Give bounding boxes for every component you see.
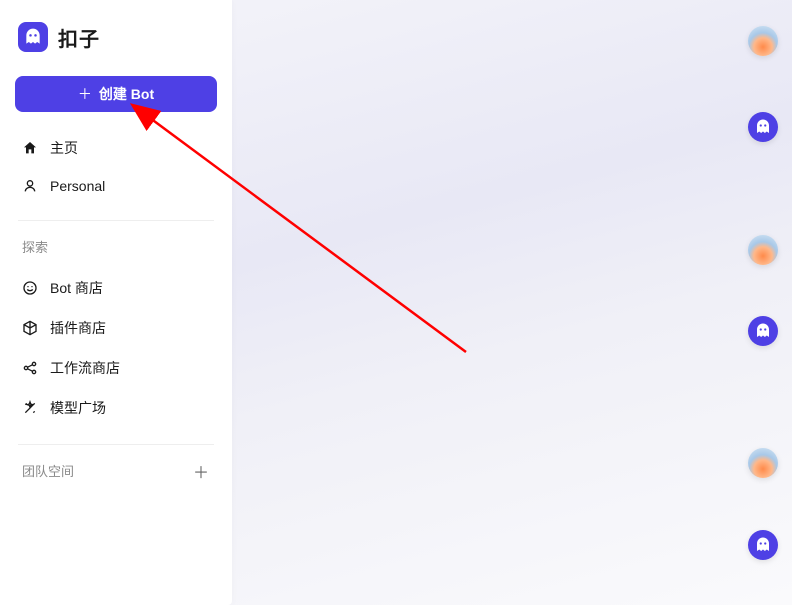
ghost-icon [748,112,778,142]
explore-header-label: 探索 [22,237,48,256]
float-bot-2[interactable] [748,316,778,346]
plus-icon: ＋ [78,84,92,104]
brand-logo-icon [18,22,48,52]
sidebar-item-personal[interactable]: Personal [8,168,224,204]
nav-explore-list: Bot 商店 插件商店 工作流商店 模型广场 [8,264,224,432]
sidebar-item-home[interactable]: 主页 [8,128,224,168]
float-bot-1[interactable] [748,112,778,142]
sidebar-item-model-square[interactable]: 模型广场 [8,388,224,428]
share-icon [22,360,38,376]
explore-section-header: 探索 [8,233,224,264]
sidebar-item-label: 插件商店 [50,318,106,338]
float-avatar-1[interactable] [748,26,778,56]
nav-top-list: 主页 Personal [8,124,224,208]
cube-icon [22,320,38,336]
team-header-label: 团队空间 [22,461,74,480]
sidebar-item-bot-store[interactable]: Bot 商店 [8,268,224,308]
sparkle-icon [22,400,38,416]
add-team-button[interactable]: ＋ [192,462,210,480]
divider [18,220,214,221]
float-bot-3[interactable] [748,530,778,560]
sidebar-item-label: 主页 [50,138,78,158]
sidebar-item-label: Personal [50,178,105,194]
avatar-icon [748,448,778,478]
avatar-icon [748,26,778,56]
float-avatar-2[interactable] [748,235,778,265]
ghost-icon [748,530,778,560]
home-icon [22,140,38,156]
person-icon [22,178,38,194]
sidebar-item-label: Bot 商店 [50,278,103,298]
sidebar-item-label: 模型广场 [50,398,106,418]
create-bot-button[interactable]: ＋ 创建 Bot [15,76,217,112]
divider [18,444,214,445]
brand-title: 扣子 [58,23,100,52]
main-content-area [232,0,792,605]
ghost-icon [23,27,43,47]
sidebar: 扣子 ＋ 创建 Bot 主页 Personal 探索 [0,0,232,605]
avatar-icon [748,235,778,265]
team-section-header: 团队空间 ＋ [8,457,224,488]
create-bot-label: 创建 Bot [99,84,154,104]
sidebar-item-plugin-store[interactable]: 插件商店 [8,308,224,348]
float-avatar-3[interactable] [748,448,778,478]
smile-icon [22,280,38,296]
brand-block: 扣子 [8,22,224,70]
ghost-icon [748,316,778,346]
sidebar-item-workflow-store[interactable]: 工作流商店 [8,348,224,388]
sidebar-item-label: 工作流商店 [50,358,120,378]
